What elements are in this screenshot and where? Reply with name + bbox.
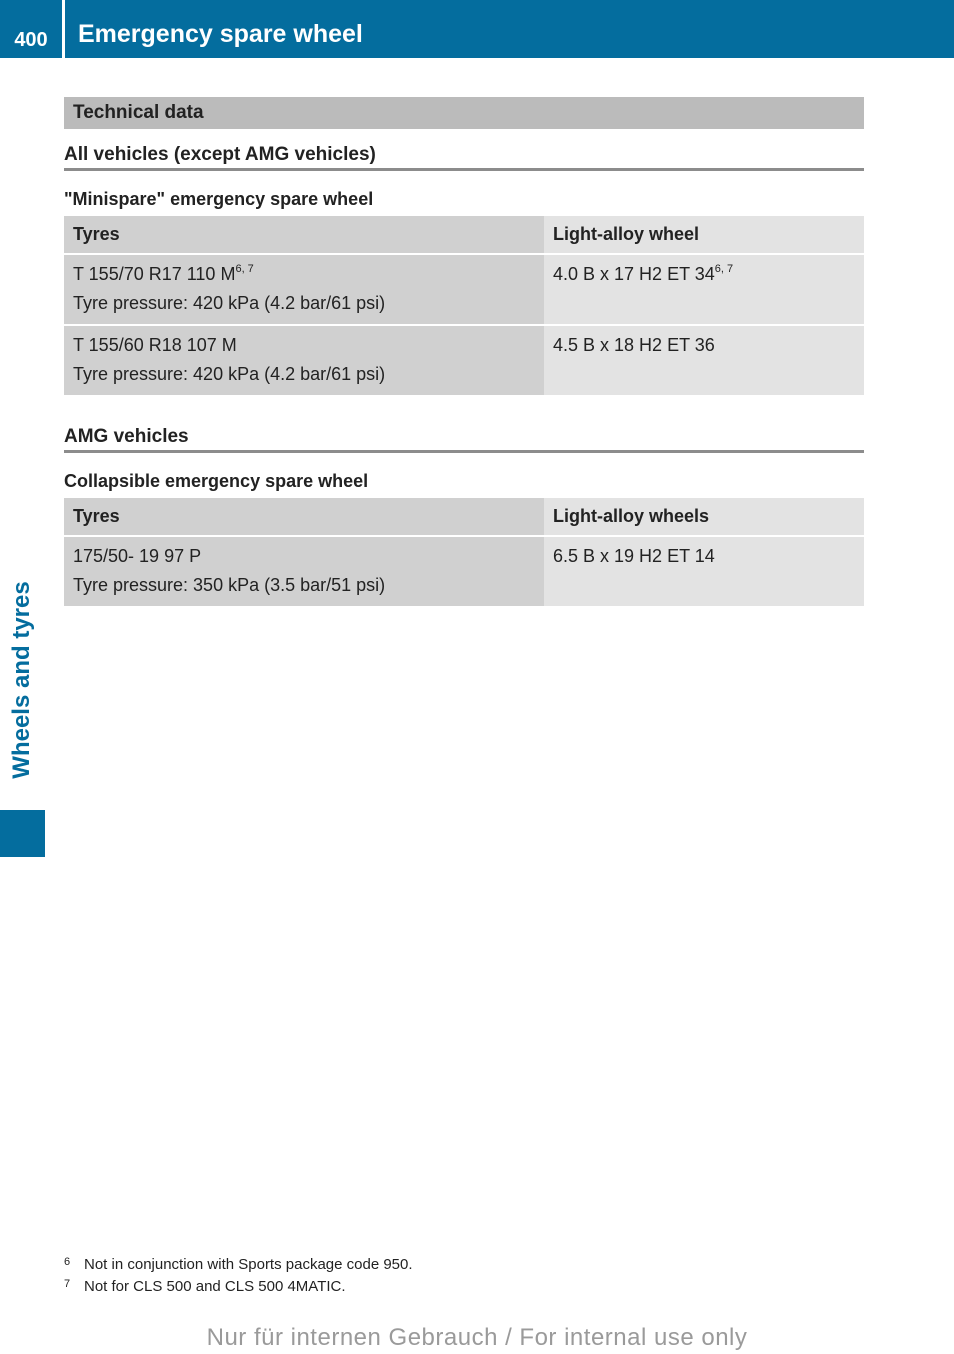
column-header-wheel: Light-alloy wheel [544,216,864,254]
table-row: T 155/60 R18 107 M Tyre pressure: 420 kP… [64,324,864,395]
group-all-vehicles: All vehicles (except AMG vehicles) "Mini… [64,129,864,395]
footnote-number: 7 [64,1278,71,1290]
tyre-pressure: Tyre pressure: 420 kPa (4.2 bar/61 psi) [73,364,386,384]
content: Technical data All vehicles (except AMG … [64,97,864,606]
footnote-text: Not in conjunction with Sports package c… [84,1256,413,1273]
side-tab-label: Wheels and tyres [8,581,35,779]
tyre-pressure: Tyre pressure: 420 kPa (4.2 bar/61 psi) [73,293,386,313]
table-row: T 155/70 R17 110 M6, 7 Tyre pressure: 42… [64,253,864,325]
section-title: Technical data [64,97,864,129]
footnote-text: Not for CLS 500 and CLS 500 4MATIC. [84,1278,346,1295]
group-heading: AMG vehicles [64,411,864,453]
table-title: "Minispare" emergency spare wheel [64,189,374,209]
tyre-cell: T 155/70 R17 110 M6, 7 Tyre pressure: 42… [64,253,544,325]
footnote-number: 6 [64,1256,71,1268]
wheel-size: 4.0 B x 17 H2 ET 34 [553,264,715,284]
group-amg-vehicles: AMG vehicles Collapsible emergency spare… [64,411,864,606]
wheel-cell: 4.0 B x 17 H2 ET 346, 7 [544,253,864,325]
footnote-ref: 6, 7 [235,263,254,275]
spec-table: Tyres Light-alloy wheels 175/50- 19 97 P… [64,498,864,606]
table-header-row: Tyres Light-alloy wheels [64,498,864,536]
side-tab-marker [0,810,45,857]
column-header-tyres: Tyres [64,216,544,254]
footnotes: 6 Not in conjunction with Sports package … [64,1256,413,1300]
tyre-cell: 175/50- 19 97 P Tyre pressure: 350 kPa (… [64,535,544,606]
footnote: 6 Not in conjunction with Sports package … [64,1256,413,1278]
wheel-size: 6.5 B x 19 H2 ET 14 [553,546,715,566]
column-header-wheels: Light-alloy wheels [544,498,864,536]
table-row: 175/50- 19 97 P Tyre pressure: 350 kPa (… [64,535,864,606]
tyre-size: T 155/70 R17 110 M [73,264,236,284]
table-header-row: Tyres Light-alloy wheel [64,216,864,254]
footnote: 7 Not for CLS 500 and CLS 500 4MATIC. [64,1278,413,1300]
watermark: Nur für internen Gebrauch / For internal… [206,1324,748,1351]
tyre-size: 175/50- 19 97 P [73,546,202,566]
tyre-cell: T 155/60 R18 107 M Tyre pressure: 420 kP… [64,324,544,395]
wheel-size: 4.5 B x 18 H2 ET 36 [553,335,715,355]
tyre-pressure: Tyre pressure: 350 kPa (3.5 bar/51 psi) [73,575,386,595]
tyre-size: T 155/60 R18 107 M [73,335,237,355]
wheel-cell: 6.5 B x 19 H2 ET 14 [544,535,864,606]
spec-table: Tyres Light-alloy wheel T 155/70 R17 110… [64,216,864,395]
group-heading: All vehicles (except AMG vehicles) [64,129,864,171]
header-divider [62,0,65,58]
column-header-tyres: Tyres [64,498,544,536]
page-title: Emergency spare wheel [78,20,363,48]
table-title: Collapsible emergency spare wheel [64,471,369,491]
page-number: 400 [14,29,48,51]
wheel-cell: 4.5 B x 18 H2 ET 36 [544,324,864,395]
footnote-ref: 6, 7 [714,263,734,275]
